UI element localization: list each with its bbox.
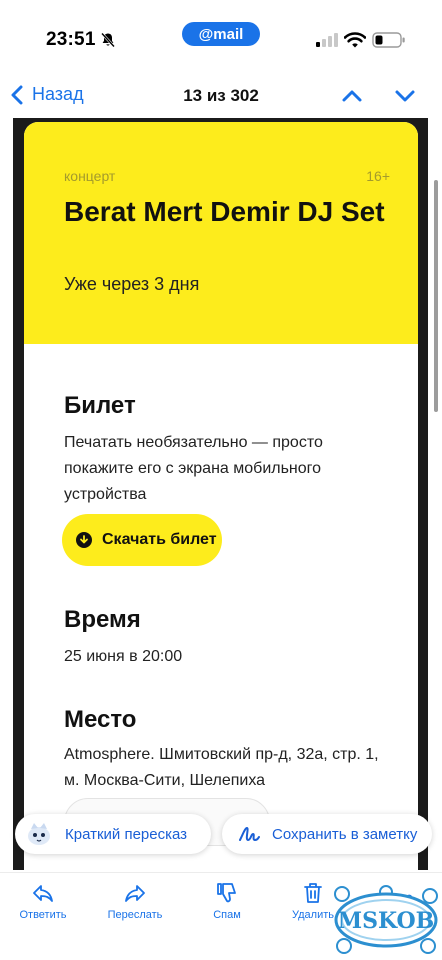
ticket-heading: Билет — [64, 392, 136, 419]
battery-icon — [372, 32, 405, 48]
time-value: 25 июня в 20:00 — [64, 648, 183, 665]
thumbs-down-icon — [217, 883, 236, 903]
signal-icon — [316, 33, 338, 47]
nav-bar: Назад 13 из 302 — [0, 76, 442, 118]
reply-label: Ответить — [19, 909, 67, 921]
previous-message-icon[interactable] — [341, 86, 363, 106]
scrollbar[interactable] — [434, 180, 438, 412]
ticket-text: Печатать необязательно — просто покажите… — [64, 434, 323, 503]
handwriting-icon — [239, 826, 260, 842]
assistant-mascot-icon — [28, 823, 50, 845]
mail-app-badge[interactable]: @mail — [182, 22, 260, 46]
time-heading: Время — [64, 606, 141, 633]
reply-button[interactable]: Ответить — [7, 877, 79, 921]
watermark-logo: MSKOB — [334, 885, 438, 954]
save-note-chip[interactable]: Сохранить в заметку — [222, 814, 432, 854]
save-note-label: Сохранить в заметку — [272, 825, 418, 843]
event-category: концерт — [64, 168, 116, 184]
forward-button[interactable]: Переслать — [99, 877, 171, 921]
clock: 23:51 — [46, 29, 96, 50]
summary-chip[interactable]: Краткий пересказ — [15, 814, 211, 854]
summary-label: Краткий пересказ — [65, 825, 188, 843]
download-ticket-button[interactable]: Скачать билет — [62, 514, 222, 566]
reply-icon — [33, 885, 53, 902]
email-body[interactable]: концерт 16+ Berat Mert Demir DJ Set Уже … — [13, 118, 428, 870]
spam-label: Спам — [213, 909, 241, 921]
trash-icon — [304, 883, 322, 903]
place-heading: Место — [64, 706, 137, 733]
message-counter: 13 из 302 — [183, 86, 259, 105]
age-rating: 16+ — [366, 168, 390, 184]
forward-icon — [125, 885, 145, 902]
wifi-icon — [344, 32, 366, 48]
next-message-icon[interactable] — [394, 86, 416, 106]
event-countdown: Уже через 3 дня — [64, 274, 200, 294]
event-title: Berat Mert Demir DJ Set — [64, 196, 385, 227]
watermark-text: MSKOB — [338, 908, 435, 934]
event-card: концерт 16+ Berat Mert Demir DJ Set Уже … — [24, 122, 418, 870]
spam-button[interactable]: Спам — [191, 877, 263, 921]
event-header: концерт 16+ Berat Mert Demir DJ Set Уже … — [24, 122, 418, 344]
bell-muted-icon — [101, 32, 115, 48]
download-ticket-label: Скачать билет — [102, 531, 217, 548]
place-value: Atmosphere. Шмитовский пр-д, 32а, стр. 1… — [64, 746, 379, 789]
status-bar: 23:51 @mail — [0, 0, 442, 74]
download-icon — [76, 532, 92, 548]
forward-label: Переслать — [107, 909, 163, 921]
